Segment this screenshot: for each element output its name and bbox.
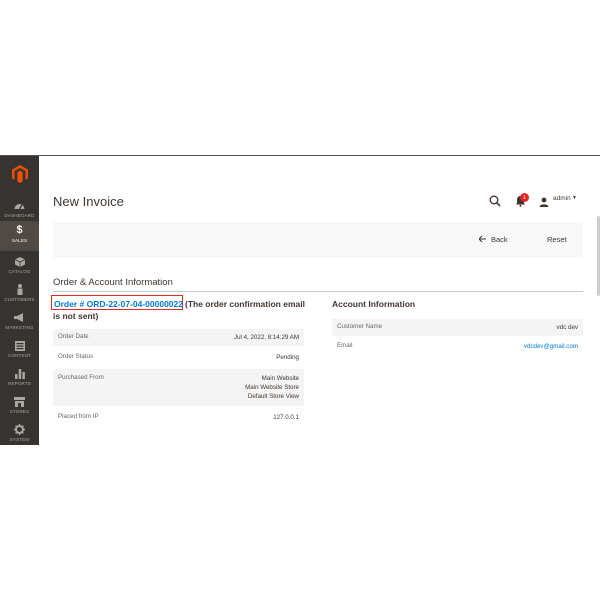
sidebar-item-label: STORES xyxy=(9,409,30,414)
page-title: New Invoice xyxy=(53,194,124,209)
order-info-table: Order Date Jul 4, 2022, 8:14:29 AM Order… xyxy=(53,329,304,429)
table-row: Order Status Pending xyxy=(53,347,304,369)
sidebar-item-system[interactable]: SYSTEM xyxy=(0,420,39,445)
purchased-from-view: Default Store View xyxy=(247,393,299,400)
magento-logo-icon[interactable] xyxy=(0,156,39,192)
sidebar-item-dashboard[interactable]: DASHBOARD xyxy=(0,196,39,224)
placed-from-ip-label: Placed from IP xyxy=(58,413,99,420)
email-label: Email xyxy=(337,342,353,349)
sidebar-item-content[interactable]: CONTENT xyxy=(0,336,39,364)
order-date-value: Jul 4, 2022, 8:14:29 AM xyxy=(233,334,299,341)
admin-sidebar: DASHBOARD $ SALES CATALOG CUSTOMERS MARK… xyxy=(0,156,39,445)
dollar-icon: $ xyxy=(16,224,23,236)
order-number-link[interactable]: Order # ORD-22-07-04-00000022 xyxy=(54,299,183,309)
sidebar-item-label: CUSTOMERS xyxy=(4,297,35,302)
placed-from-ip-value: 127.0.0.1 xyxy=(273,414,299,421)
table-row: Customer Name vdc dev xyxy=(332,319,583,337)
order-status-label: Order Status xyxy=(58,353,94,360)
order-status-value: Pending xyxy=(276,354,299,361)
account-info-title: Account Information xyxy=(332,299,416,309)
sidebar-item-label: MARKETING xyxy=(5,325,34,330)
table-row: Purchased From Main Website Main Website… xyxy=(53,369,304,407)
back-button-label: Back xyxy=(491,235,508,244)
gear-icon xyxy=(14,424,26,435)
sidebar-item-reports[interactable]: REPORTS xyxy=(0,364,39,392)
table-row: Order Date Jul 4, 2022, 8:14:29 AM xyxy=(53,329,304,347)
purchased-from-website: Main Website xyxy=(261,375,299,382)
person-icon xyxy=(14,284,26,295)
customer-name-label: Customer Name xyxy=(337,323,383,330)
customer-email-link[interactable]: vdcdev@gmail.com xyxy=(524,342,578,351)
sidebar-item-catalog[interactable]: CATALOG xyxy=(0,252,39,280)
purchased-from-label: Purchased From xyxy=(58,374,104,381)
bars-icon xyxy=(14,368,26,379)
store-icon xyxy=(14,396,26,407)
section-title: Order & Account Information xyxy=(53,277,173,288)
sidebar-item-label: SYSTEM xyxy=(9,437,30,442)
sidebar-item-label: DASHBOARD xyxy=(4,213,35,218)
sidebar-item-marketing[interactable]: MARKETING xyxy=(0,308,39,336)
back-button[interactable]: Back xyxy=(478,235,508,244)
sidebar-item-sales[interactable]: $ SALES xyxy=(0,221,39,251)
main-content: New Invoice 1 admin ▼ Back Reset Order &… xyxy=(39,156,600,445)
search-icon[interactable] xyxy=(489,194,501,207)
user-icon[interactable] xyxy=(539,194,550,207)
account-info-table: Customer Name vdc dev Email vdcdev@gmail… xyxy=(332,319,583,357)
user-menu-name[interactable]: admin xyxy=(553,195,571,202)
order-email-note: (The order confirmation email xyxy=(185,299,305,309)
order-date-label: Order Date xyxy=(58,333,89,340)
arrow-left-icon xyxy=(478,235,486,244)
content-icon xyxy=(14,340,26,351)
section-divider xyxy=(53,291,583,292)
box-icon xyxy=(14,256,26,267)
sidebar-item-label: CATALOG xyxy=(8,269,31,274)
table-row: Email vdcdev@gmail.com xyxy=(332,337,583,357)
chevron-down-icon[interactable]: ▼ xyxy=(572,195,577,201)
notification-badge: 1 xyxy=(520,193,529,202)
reset-button[interactable]: Reset xyxy=(547,235,567,244)
megaphone-icon xyxy=(14,312,26,323)
purchased-from-store: Main Website Store xyxy=(245,384,299,391)
order-email-note-cont: is not sent) xyxy=(53,311,99,321)
sidebar-item-label: CONTENT xyxy=(8,353,31,358)
sidebar-item-label: REPORTS xyxy=(8,381,31,386)
sidebar-item-stores[interactable]: STORES xyxy=(0,392,39,420)
customer-name-value: vdc dev xyxy=(556,324,578,331)
dashboard-icon xyxy=(14,200,26,211)
admin-window: DASHBOARD $ SALES CATALOG CUSTOMERS MARK… xyxy=(0,155,600,445)
purchased-from-value: Main Website Main Website Store Default … xyxy=(245,374,299,401)
sidebar-item-customers[interactable]: CUSTOMERS xyxy=(0,280,39,308)
sidebar-item-label: SALES xyxy=(11,238,28,243)
table-row: Placed from IP 127.0.0.1 xyxy=(53,407,304,429)
